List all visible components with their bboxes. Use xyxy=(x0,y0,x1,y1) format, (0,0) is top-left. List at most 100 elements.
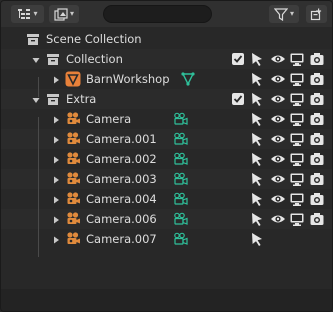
camera-data-icon[interactable] xyxy=(173,132,189,148)
outliner-row-collection[interactable]: Collection xyxy=(1,49,332,69)
expand-right-icon[interactable] xyxy=(51,234,61,244)
monitor-icon[interactable] xyxy=(289,191,305,207)
select-arrow-icon[interactable] xyxy=(249,111,265,127)
outliner-row-barnworkshop[interactable]: BarnWorkshop xyxy=(1,69,332,89)
camera-object-icon xyxy=(65,191,81,207)
outliner-panel: ▾ ▾ ▾ Scene Collection Collection BarnWo… xyxy=(0,0,333,312)
mesh-data-icon[interactable] xyxy=(181,72,197,88)
new-collection-icon xyxy=(310,8,322,20)
checkbox-icon[interactable] xyxy=(230,51,246,67)
camera-render-icon[interactable] xyxy=(309,91,325,107)
eye-icon[interactable] xyxy=(270,91,286,107)
select-arrow-icon[interactable] xyxy=(249,51,265,67)
display-mode-icon xyxy=(18,9,31,19)
chevron-down-icon: ▾ xyxy=(289,9,294,18)
camera-data-icon[interactable] xyxy=(173,172,189,188)
row-label: Camera xyxy=(86,112,132,126)
outliner-header: ▾ ▾ ▾ xyxy=(1,1,332,27)
expand-right-icon[interactable] xyxy=(51,154,61,164)
outliner-row-extra[interactable]: Extra xyxy=(1,89,332,109)
tree-guide-line xyxy=(38,117,39,257)
camera-object-icon xyxy=(65,131,81,147)
select-arrow-icon[interactable] xyxy=(249,131,265,147)
camera-render-icon[interactable] xyxy=(309,151,325,167)
tree-guide-line xyxy=(38,77,39,97)
camera-data-icon[interactable] xyxy=(173,192,189,208)
select-arrow-icon[interactable] xyxy=(249,211,265,227)
camera-render-icon[interactable] xyxy=(309,191,325,207)
monitor-icon[interactable] xyxy=(289,111,305,127)
outliner-row-camera-004[interactable]: Camera.004 xyxy=(1,189,332,209)
monitor-icon[interactable] xyxy=(289,211,305,227)
monitor-icon[interactable] xyxy=(289,171,305,187)
row-label: Camera.002 xyxy=(86,152,157,166)
row-label: Camera.006 xyxy=(86,212,157,226)
select-arrow-icon[interactable] xyxy=(249,171,265,187)
camera-render-icon[interactable] xyxy=(309,131,325,147)
camera-object-icon xyxy=(65,211,81,227)
expand-down-icon[interactable] xyxy=(31,94,41,104)
outliner-row-camera-003[interactable]: Camera.003 xyxy=(1,169,332,189)
chevron-down-icon: ▾ xyxy=(69,9,74,18)
outliner-row-camera-007[interactable]: Camera.007 xyxy=(1,229,332,249)
camera-object-icon xyxy=(65,171,81,187)
select-arrow-icon[interactable] xyxy=(249,91,265,107)
row-label: Camera.004 xyxy=(86,192,157,206)
filter-icon xyxy=(273,7,288,21)
view-layer-icon xyxy=(54,7,68,21)
monitor-icon[interactable] xyxy=(289,151,305,167)
outliner-row-scene-collection[interactable]: Scene Collection xyxy=(1,29,332,49)
camera-render-icon[interactable] xyxy=(309,71,325,87)
expand-right-icon[interactable] xyxy=(51,174,61,184)
outliner-row-camera-001[interactable]: Camera.001 xyxy=(1,129,332,149)
row-label: Camera.007 xyxy=(86,232,157,246)
checkbox-icon[interactable] xyxy=(230,91,246,107)
outliner-row-camera-002[interactable]: Camera.002 xyxy=(1,149,332,169)
search-input[interactable] xyxy=(103,5,212,23)
collection-icon xyxy=(45,51,61,67)
eye-icon[interactable] xyxy=(270,191,286,207)
select-arrow-icon[interactable] xyxy=(249,231,265,247)
camera-render-icon[interactable] xyxy=(309,171,325,187)
monitor-icon[interactable] xyxy=(289,91,305,107)
select-arrow-icon[interactable] xyxy=(249,151,265,167)
expand-right-icon[interactable] xyxy=(51,194,61,204)
new-collection-button[interactable] xyxy=(306,5,327,23)
expand-right-icon[interactable] xyxy=(51,114,61,124)
row-label: Collection xyxy=(66,52,123,66)
eye-icon[interactable] xyxy=(270,111,286,127)
display-mode-dropdown[interactable]: ▾ xyxy=(11,5,44,23)
eye-icon[interactable] xyxy=(270,151,286,167)
filter-dropdown[interactable]: ▾ xyxy=(269,5,299,23)
row-label: Camera.001 xyxy=(86,132,157,146)
monitor-icon[interactable] xyxy=(289,131,305,147)
camera-data-icon[interactable] xyxy=(173,212,189,228)
eye-icon[interactable] xyxy=(270,131,286,147)
expand-right-icon[interactable] xyxy=(51,134,61,144)
eye-icon[interactable] xyxy=(270,71,286,87)
camera-render-icon[interactable] xyxy=(309,51,325,67)
camera-render-icon[interactable] xyxy=(309,211,325,227)
eye-icon[interactable] xyxy=(270,171,286,187)
expand-right-icon[interactable] xyxy=(51,214,61,224)
camera-object-icon xyxy=(65,111,81,127)
camera-data-icon[interactable] xyxy=(173,232,189,248)
mesh-object-icon xyxy=(65,71,81,87)
eye-icon[interactable] xyxy=(270,51,286,67)
select-arrow-icon[interactable] xyxy=(249,71,265,87)
outliner-row-camera-006[interactable]: Camera.006 xyxy=(1,209,332,229)
collection-icon xyxy=(25,31,41,47)
camera-render-icon[interactable] xyxy=(309,111,325,127)
view-layer-dropdown[interactable]: ▾ xyxy=(49,5,79,23)
eye-icon[interactable] xyxy=(270,211,286,227)
monitor-icon[interactable] xyxy=(289,51,305,67)
monitor-icon[interactable] xyxy=(289,71,305,87)
expand-down-icon[interactable] xyxy=(31,54,41,64)
camera-data-icon[interactable] xyxy=(173,112,189,128)
outliner-footer xyxy=(1,289,332,311)
chevron-down-icon: ▾ xyxy=(33,9,38,18)
camera-data-icon[interactable] xyxy=(173,152,189,168)
select-arrow-icon[interactable] xyxy=(249,191,265,207)
expand-right-icon[interactable] xyxy=(51,74,61,84)
outliner-row-camera[interactable]: Camera xyxy=(1,109,332,129)
